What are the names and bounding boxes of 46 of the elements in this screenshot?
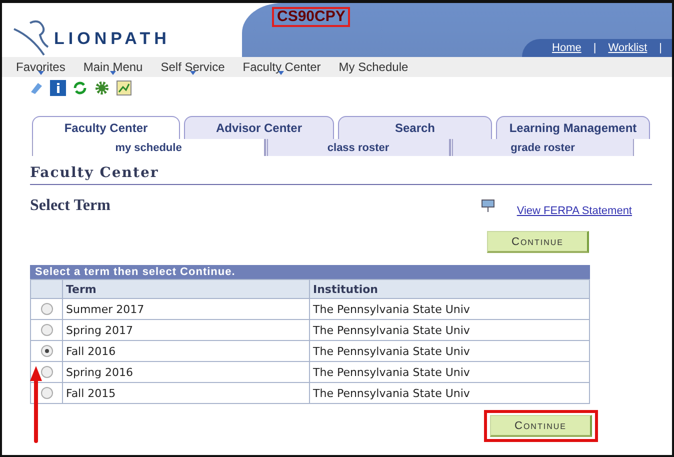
breadcrumb-menu[interactable]: Favorites [16,60,66,74]
table-cell: The Pennsylvania State Univ [310,382,590,404]
refresh-icon[interactable] [72,80,88,96]
radio-button[interactable] [40,324,52,336]
header-link[interactable]: Worklist [608,42,648,54]
table-cell: Fall 2015 [62,382,310,404]
system-code: CS90CPY [272,7,350,27]
table-cell: Summer 2017 [62,298,310,320]
radio-button[interactable] [40,303,52,316]
table-cell: The Pennsylvania State Univ [310,362,590,382]
continue-button[interactable]: Continue [487,231,589,253]
table-cell: The Pennsylvania State Univ [310,298,590,320]
subtab[interactable]: my schedule [32,139,266,156]
tab[interactable]: Learning Management [496,116,650,139]
link-separator: | [659,42,662,54]
tab[interactable]: Search [338,116,492,139]
table-cell: Spring 2016 [62,362,310,382]
column-header: Term [62,280,310,298]
table-cell: Fall 2016 [62,340,310,362]
radio-button[interactable] [40,345,52,358]
chart-icon[interactable] [116,80,132,96]
breadcrumb-menu[interactable]: Self Service [160,60,225,74]
subtab[interactable]: class roster [265,139,450,156]
ferpa-link[interactable]: View FERPA Statement [516,205,632,217]
eraser-icon[interactable] [28,80,44,96]
table-cell: Spring 2017 [62,320,310,340]
radio-button[interactable] [40,387,52,400]
breadcrumb-menu[interactable]: My Schedule [338,60,408,74]
gear-icon[interactable] [94,80,110,96]
table-caption: Select a term then select Continue. [30,265,590,279]
table-cell: The Pennsylvania State Univ [310,320,590,340]
presentation-screen-icon [480,199,495,213]
info-icon[interactable] [50,80,66,96]
column-header: Institution [310,280,590,298]
table-cell: The Pennsylvania State Univ [310,340,590,362]
logo-text: LIONPATH [54,29,170,49]
section-title: Faculty Center [30,165,652,185]
tab[interactable]: Faculty Center [32,116,180,139]
continue-button[interactable]: Continue [490,415,592,437]
breadcrumb-menu[interactable]: Faculty Center [242,60,321,74]
page-title: Select Term [30,197,112,215]
radio-button[interactable] [40,366,52,378]
link-separator: | [593,42,596,54]
subtab[interactable]: grade roster [450,139,634,156]
tab[interactable]: Advisor Center [184,116,334,139]
header-link[interactable]: Home [552,42,582,54]
